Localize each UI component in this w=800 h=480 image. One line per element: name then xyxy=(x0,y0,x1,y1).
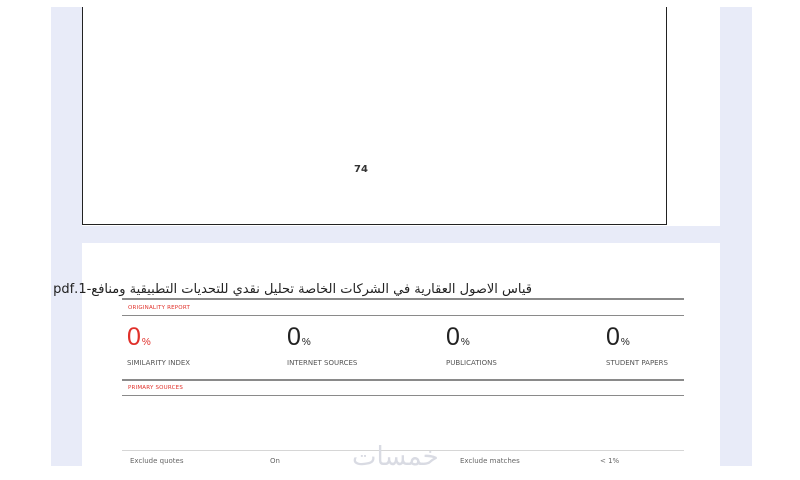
originality-report-label: ORIGINALITY REPORT xyxy=(128,305,191,311)
watermark-logo: خمسات xyxy=(352,442,439,472)
exclude-quotes-label: Exclude quotes xyxy=(130,457,184,465)
exclude-quotes-value: On xyxy=(270,457,280,465)
exclude-matches-value: < 1% xyxy=(600,457,620,465)
student-papers-label: STUDENT PAPERS xyxy=(606,359,668,367)
exclude-matches-label: Exclude matches xyxy=(460,457,520,465)
publications-value: 0% xyxy=(446,323,470,351)
primary-sources-divider xyxy=(122,395,684,396)
originality-divider xyxy=(122,315,684,316)
student-papers-value: 0% xyxy=(606,323,630,351)
stats-divider xyxy=(122,379,684,381)
document-title: قياس الاصول العقارية في الشركات الخاصة ت… xyxy=(53,282,532,297)
similarity-index-value: 0% xyxy=(127,323,151,351)
similarity-index-label: SIMILARITY INDEX xyxy=(127,359,191,367)
internet-sources-value: 0% xyxy=(287,323,311,351)
page-number: 74 xyxy=(354,164,368,175)
internet-sources-label: INTERNET SOURCES xyxy=(287,359,358,367)
previous-page-frame xyxy=(82,7,667,225)
primary-sources-label: PRIMARY SOURCES xyxy=(128,385,184,391)
publications-label: PUBLICATIONS xyxy=(446,359,497,367)
title-divider xyxy=(122,298,684,300)
